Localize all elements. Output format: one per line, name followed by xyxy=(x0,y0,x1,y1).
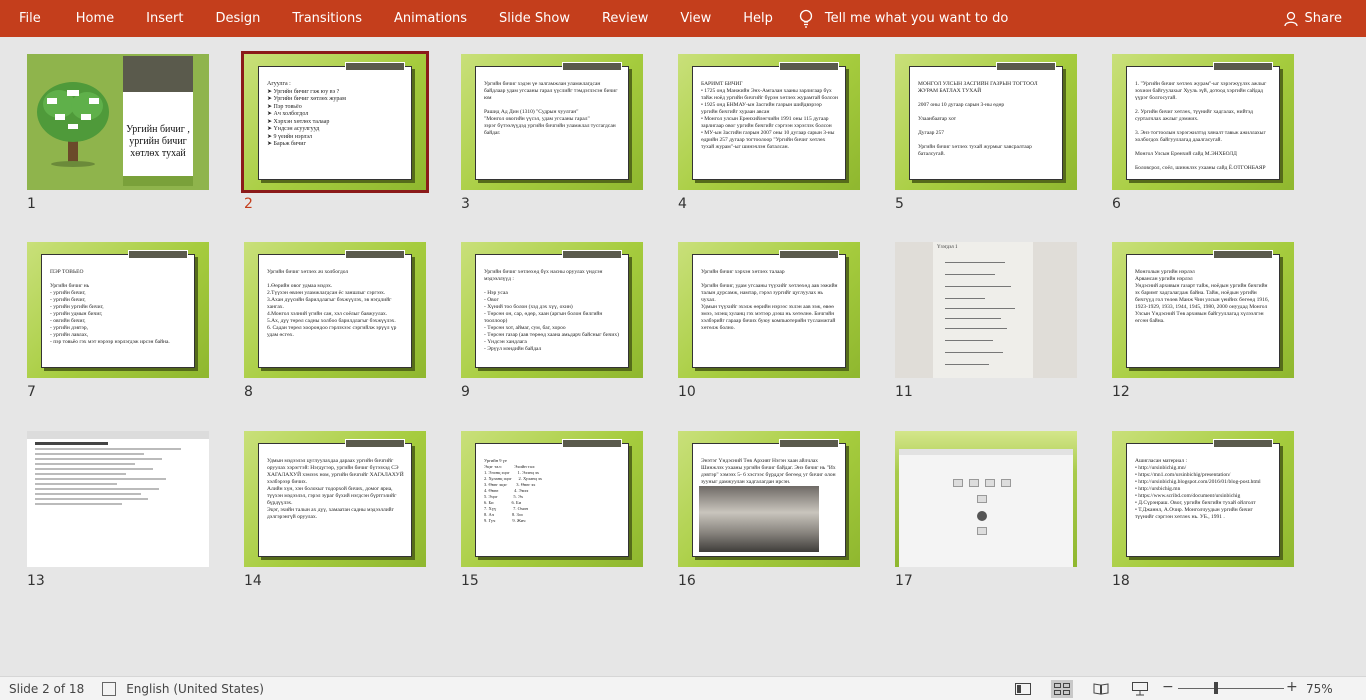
status-bar: Slide 2 of 18 English (United States) − … xyxy=(0,676,1366,700)
zoom-slider-handle[interactable] xyxy=(1214,682,1218,694)
slide-text: Ургийн бичиг хөтлөх ач холбогдол 1.Өөрий… xyxy=(267,269,397,338)
slide-sorter-icon xyxy=(1054,683,1070,695)
tab-help[interactable]: Help xyxy=(727,0,789,37)
screenshot-image xyxy=(899,449,1073,567)
slide-thumbnail[interactable]: Удмын мэдээлэл цуглуулахдаа дараах ургий… xyxy=(244,431,426,567)
slide-number: 13 xyxy=(27,573,45,589)
slide-thumbnail[interactable]: Ургийн бичиг хөтлөхөд бүх насны оруулах … xyxy=(461,242,643,378)
slide-thumbnail[interactable]: Ургийн бичиг хөтлөх ач холбогдол 1.Өөрий… xyxy=(244,242,426,378)
photo-image xyxy=(699,486,819,552)
slide-number: 6 xyxy=(1112,196,1121,212)
zoom-out-button[interactable]: − xyxy=(1162,679,1174,695)
person-icon xyxy=(1284,11,1299,26)
slide-number: 9 xyxy=(461,384,470,400)
slide-text: Ургийн бичиг хэрхэн хөтлөх талаар Ургийн… xyxy=(701,269,838,331)
slide-thumbnail[interactable]: Монголын ургийн нэрлэл Арвансан ургийн н… xyxy=(1112,242,1294,378)
normal-view-icon xyxy=(1015,683,1031,695)
reading-view-button[interactable] xyxy=(1090,680,1112,698)
slide-thumbnail[interactable] xyxy=(895,431,1077,567)
slide-thumbnail[interactable]: БАРИМТ БИЧИГ • 1725 онд Манжийн Энх-Амга… xyxy=(678,54,860,190)
slide-number: 15 xyxy=(461,573,479,589)
tab-home[interactable]: Home xyxy=(60,0,130,37)
tab-animations[interactable]: Animations xyxy=(378,0,483,37)
slide-number: 1 xyxy=(27,196,36,212)
tell-me-box[interactable]: Tell me what you want to do xyxy=(799,9,1008,29)
slide-text: ПЭР ТОВЬЁО Ургийн бичиг нь - ургийн бичи… xyxy=(50,269,170,345)
notes-icon[interactable] xyxy=(102,681,117,696)
slide-number: 16 xyxy=(678,573,696,589)
slide-text: БАРИМТ БИЧИГ • 1725 онд Манжийн Энх-Амга… xyxy=(701,81,838,150)
slide-text: Ургийн 9 үе Эцэг тал: Эхийн тал: 1. Элэн… xyxy=(484,458,543,523)
book-icon xyxy=(1093,683,1109,695)
slide-text: МОНГОЛ УЛСЫН ЗАСГИЙН ГАЗРЫН ТОГТООЛ ЖУРА… xyxy=(918,81,1038,157)
presentation-icon xyxy=(1132,682,1148,696)
slide-number: 17 xyxy=(895,573,913,589)
slide-number: 7 xyxy=(27,384,36,400)
tab-review[interactable]: Review xyxy=(586,0,664,37)
tab-file[interactable]: File xyxy=(0,0,60,37)
slide-thumbnail[interactable]: 1. "Ургийн бичиг хөтлөх журам"-ыг хэрэгж… xyxy=(1112,54,1294,190)
normal-view-button[interactable] xyxy=(1012,680,1034,698)
slide-thumbnail[interactable]: ПЭР ТОВЬЁО Ургийн бичиг нь - ургийн бичи… xyxy=(27,242,209,378)
zoom-slider[interactable] xyxy=(1178,688,1284,689)
zoom-level[interactable]: 75% xyxy=(1306,682,1333,696)
slide-thumbnail[interactable]: Ургийн бичиг хэрхэн хөтлөх талаар Ургийн… xyxy=(678,242,860,378)
slide-text: Монголын ургийн нэрлэл Арвансан ургийн н… xyxy=(1135,269,1269,324)
slide-counter: Slide 2 of 18 xyxy=(9,681,85,696)
share-button[interactable]: Share xyxy=(1283,0,1342,37)
slide-title: Ургийн бичиг , ургийн бичиг хөтлөх тухай xyxy=(126,124,190,159)
slide-text: Агуулга : ➤ Ургийн бичиг гэж юу вэ ? ➤ У… xyxy=(267,81,346,147)
slide-number: 4 xyxy=(678,196,687,212)
zoom-in-button[interactable]: + xyxy=(1286,679,1298,695)
tell-me-text: Tell me what you want to do xyxy=(824,11,1009,26)
tab-transitions[interactable]: Transitions xyxy=(276,0,378,37)
slide-text: 1. "Ургийн бичиг хөтлөх журам"-ыг хэрэгж… xyxy=(1135,81,1267,171)
tab-insert[interactable]: Insert xyxy=(130,0,199,37)
slide-thumbnail[interactable]: Энэтэг Үндэсний Төв Архивт Нэгэн хаан ай… xyxy=(678,431,860,567)
language-indicator[interactable]: English (United States) xyxy=(126,682,264,696)
slide-number: 10 xyxy=(678,384,696,400)
slide-sorter: Ургийн бичиг , ургийн бичиг хөтлөх тухай… xyxy=(0,37,1366,676)
slide-text: Ургийн бичиг хэдэн үе залгамжлан уламжла… xyxy=(484,81,618,136)
tab-design[interactable]: Design xyxy=(199,0,276,37)
share-label: Share xyxy=(1304,11,1342,26)
slide-number: 14 xyxy=(244,573,262,589)
slide-number: 12 xyxy=(1112,384,1130,400)
slide-text: Удмын мэдээлэл цуглуулахдаа дараах ургий… xyxy=(267,458,404,520)
slide-number: 2 xyxy=(244,196,253,212)
slide-thumbnail[interactable]: Ургийн 9 үе Эцэг тал: Эхийн тал: 1. Элэн… xyxy=(461,431,643,567)
slide-thumbnail[interactable] xyxy=(27,431,209,567)
slide-number: 3 xyxy=(461,196,470,212)
lightbulb-icon xyxy=(799,9,813,28)
title-panel: Ургийн бичиг , ургийн бичиг хөтлөх тухай xyxy=(123,56,193,176)
slide-thumbnail[interactable]: Үзэгдэл 1 xyxy=(895,242,1077,378)
slide-thumbnail[interactable]: МОНГОЛ УЛСЫН ЗАСГИЙН ГАЗРЫН ТОГТООЛ ЖУРА… xyxy=(895,54,1077,190)
slide-text: Ашигласан материал : • http://ursinbichi… xyxy=(1135,458,1261,520)
slide-text: Ургийн бичиг хөтлөхөд бүх насны оруулах … xyxy=(484,269,619,352)
ribbon-tab-bar: File Home Insert Design Transitions Anim… xyxy=(0,0,1366,37)
slide-thumbnail[interactable]: Ургийн бичиг хэдэн үе залгамжлан уламжла… xyxy=(461,54,643,190)
slide-text: Энэтэг Үндэсний Төв Архивт Нэгэн хаан ай… xyxy=(701,458,836,484)
slide-number: 8 xyxy=(244,384,253,400)
slide-number: 5 xyxy=(895,196,904,212)
slide-thumbnail[interactable]: Ашигласан материал : • http://ursinbichi… xyxy=(1112,431,1294,567)
slide-number: 11 xyxy=(895,384,913,400)
slide-thumbnail-selected[interactable]: Агуулга : ➤ Ургийн бичиг гэж юу вэ ? ➤ У… xyxy=(241,51,429,193)
slide-sorter-view-button[interactable] xyxy=(1051,680,1073,698)
slide-number: 18 xyxy=(1112,573,1130,589)
slide-show-button[interactable] xyxy=(1129,680,1151,698)
slide-thumbnail[interactable]: Ургийн бичиг , ургийн бичиг хөтлөх тухай xyxy=(27,54,209,190)
family-tree-image xyxy=(37,82,109,167)
tab-slide-show[interactable]: Slide Show xyxy=(483,0,586,37)
tab-view[interactable]: View xyxy=(664,0,727,37)
